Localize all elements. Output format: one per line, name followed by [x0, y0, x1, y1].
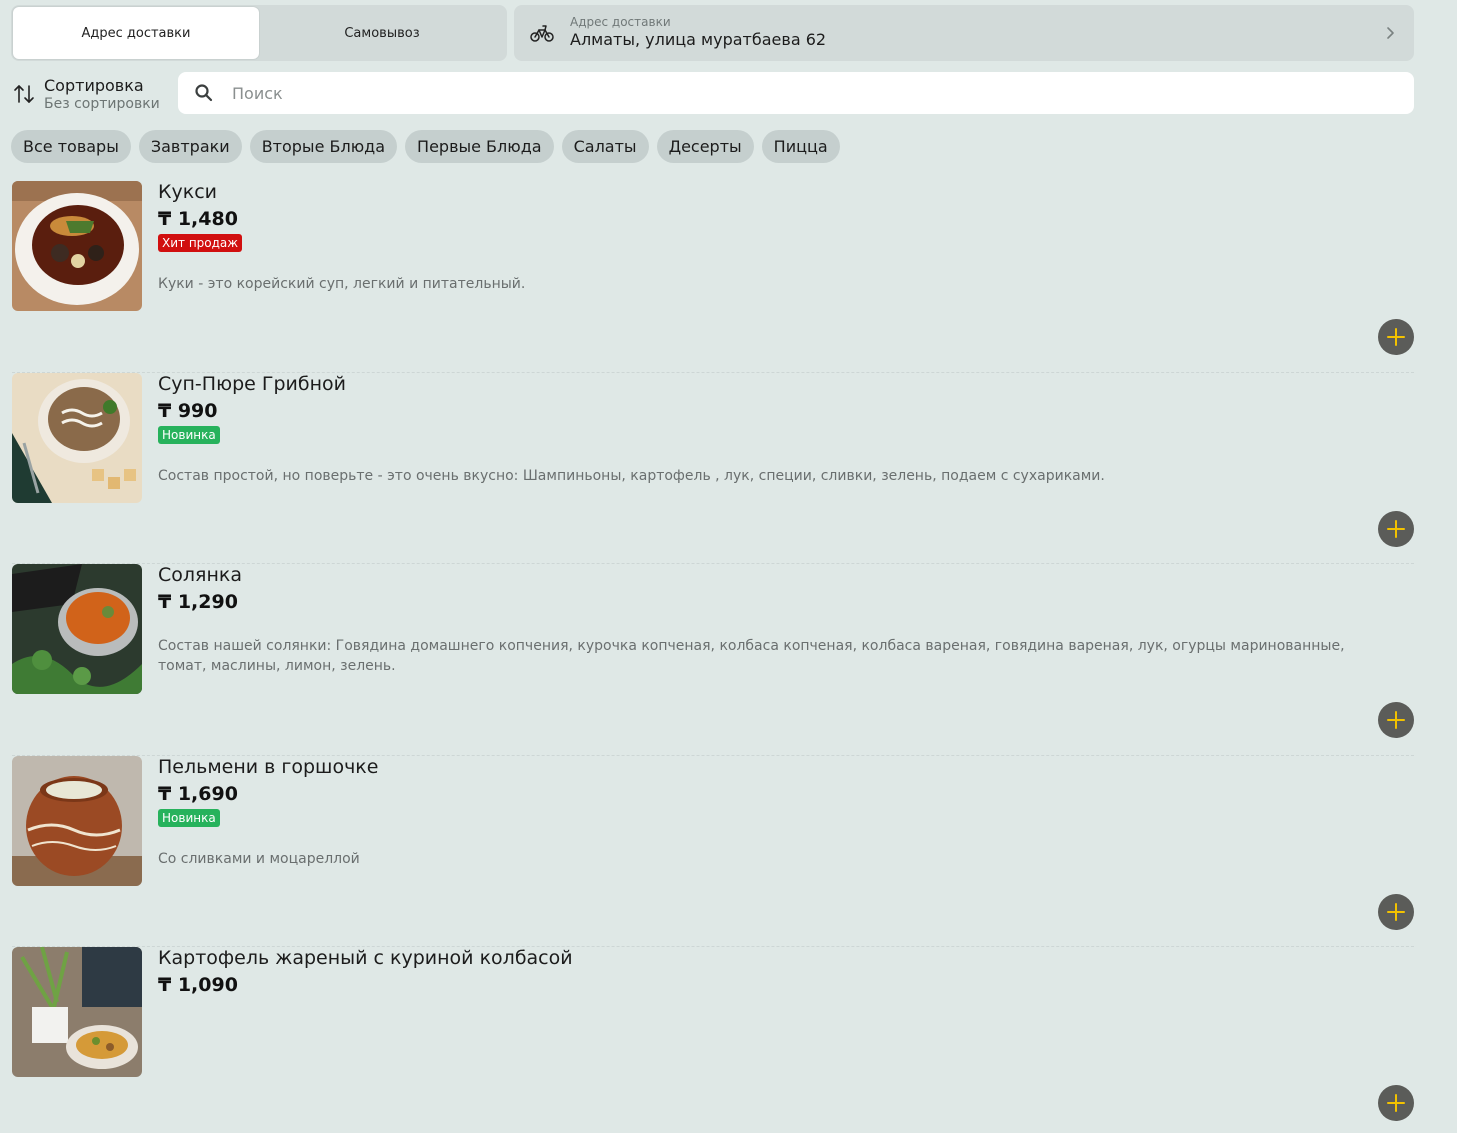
product-description: Состав нашей солянки: Говядина домашнего… [158, 638, 1345, 674]
category-chip-salads[interactable]: Салаты [561, 130, 649, 163]
product-image[interactable] [12, 755, 142, 886]
product-info: Суп-Пюре Грибной ₸ 990 Новинка Состав пр… [158, 373, 1374, 486]
product-price: ₸ 990 [158, 399, 218, 422]
product-description: Куки - это корейский суп, легкий и питат… [158, 276, 526, 292]
product-info: Пельмени в горшочке ₸ 1,690 Новинка Со с… [158, 756, 1374, 869]
delivery-mode-toggle: Адрес доставки Самовывоз [11, 5, 507, 61]
product-image[interactable] [12, 947, 142, 1077]
category-chip-breakfast[interactable]: Завтраки [138, 130, 242, 163]
product-item[interactable]: Картофель жареный с куриной колбасой ₸ 1… [12, 947, 1414, 1133]
category-chip-desserts[interactable]: Десерты [656, 130, 754, 163]
bicycle-icon [530, 21, 554, 45]
product-description: Со сливками и моцареллой [158, 850, 360, 867]
product-info: Картофель жареный с куриной колбасой ₸ 1… [158, 947, 1374, 1019]
product-item[interactable]: Суп-Пюре Грибной ₸ 990 Новинка Состав пр… [12, 372, 1414, 564]
sort-subtitle: Без сортировки [44, 95, 160, 112]
product-name: Суп-Пюре Грибной [158, 372, 346, 395]
product-item[interactable]: Солянка ₸ 1,290 Состав нашей солянки: Го… [12, 564, 1414, 756]
chevron-right-icon [1382, 25, 1398, 41]
address-label: Адрес доставки [570, 15, 671, 29]
product-image[interactable] [12, 181, 142, 311]
product-price: ₸ 1,480 [158, 208, 238, 230]
product-badge: Новинка [158, 808, 220, 827]
product-image[interactable] [12, 564, 142, 694]
product-description: Состав простой, но поверьте - это очень … [158, 467, 1105, 484]
add-to-cart-button[interactable] [1378, 510, 1414, 547]
category-chips: Все товары Завтраки Вторые Блюда Первые … [11, 130, 840, 163]
address-value: Алматы, улица муратбаева 62 [570, 30, 827, 49]
sort-control[interactable]: Сортировка Без сортировки [12, 74, 160, 114]
plus-icon [1387, 328, 1405, 346]
add-to-cart-button[interactable] [1378, 1085, 1414, 1121]
sort-text: Сортировка Без сортировки [44, 76, 160, 113]
sort-arrows-icon [12, 82, 36, 106]
plus-icon [1387, 711, 1405, 729]
product-price: ₸ 1,690 [158, 782, 238, 805]
category-chip-main-courses[interactable]: Вторые Блюда [249, 130, 398, 163]
search-icon [194, 83, 214, 103]
category-chip-pizza[interactable]: Пицца [761, 130, 840, 163]
product-badge: Хит продаж [158, 234, 243, 252]
plus-icon [1387, 1094, 1405, 1112]
product-list: Кукси ₸ 1,480 Хит продаж Куки - это коре… [12, 181, 1414, 1133]
product-name: Пельмени в горшочке [158, 755, 379, 778]
category-chip-all[interactable]: Все товары [11, 130, 131, 163]
product-price: ₸ 1,290 [158, 591, 238, 613]
search-bar [178, 72, 1414, 114]
product-item[interactable]: Кукси ₸ 1,480 Хит продаж Куки - это коре… [12, 181, 1414, 373]
product-info: Солянка ₸ 1,290 Состав нашей солянки: Го… [158, 564, 1374, 676]
add-to-cart-button[interactable] [1378, 319, 1414, 355]
add-to-cart-button[interactable] [1378, 893, 1414, 930]
address-text: Адрес доставки Алматы, улица муратбаева … [570, 15, 1382, 51]
add-to-cart-button[interactable] [1378, 702, 1414, 738]
plus-icon [1387, 519, 1405, 538]
sort-title: Сортировка [44, 75, 144, 95]
plus-icon [1387, 902, 1405, 921]
delivery-address-selector[interactable]: Адрес доставки Алматы, улица муратбаева … [514, 5, 1414, 61]
product-info: Кукси ₸ 1,480 Хит продаж Куки - это коре… [158, 181, 1374, 294]
product-image[interactable] [12, 372, 142, 503]
product-badge: Новинка [158, 425, 220, 444]
product-name: Кукси [158, 181, 218, 203]
product-name: Солянка [158, 564, 243, 586]
product-item[interactable]: Пельмени в горшочке ₸ 1,690 Новинка Со с… [12, 755, 1414, 947]
pickup-option[interactable]: Самовывоз [259, 7, 505, 59]
category-chip-soups[interactable]: Первые Блюда [405, 130, 554, 163]
product-name: Картофель жареный с куриной колбасой [158, 947, 573, 969]
product-price: ₸ 1,090 [158, 974, 238, 996]
delivery-option[interactable]: Адрес доставки [13, 7, 259, 59]
search-input[interactable] [232, 83, 1332, 103]
